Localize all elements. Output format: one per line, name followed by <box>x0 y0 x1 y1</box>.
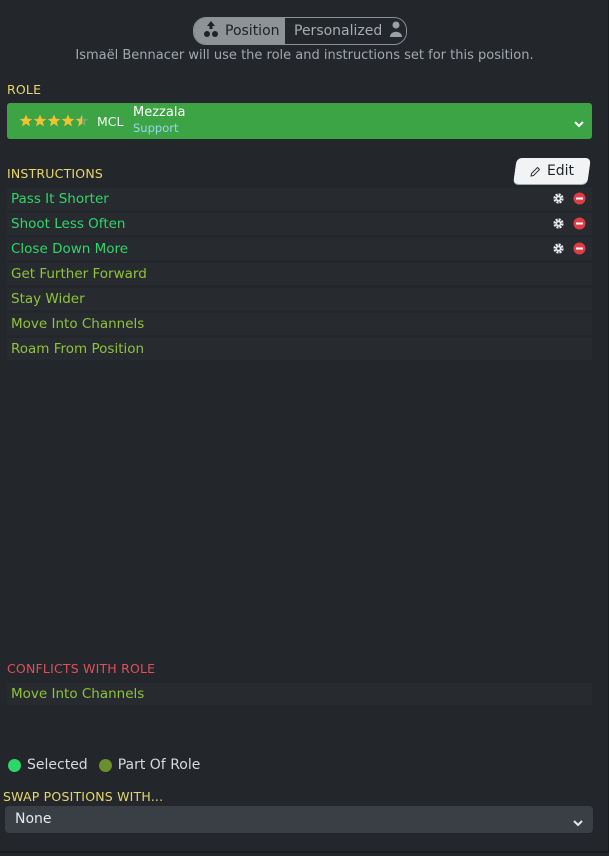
conflicts-section-label: CONFLICTS WITH ROLE <box>7 661 156 676</box>
selected-dot-icon <box>8 758 21 772</box>
instruction-row[interactable]: Pass It Shorter <box>7 188 592 210</box>
role-name: Mezzala <box>133 105 186 120</box>
remove-icon[interactable] <box>573 192 586 205</box>
gear-icon[interactable] <box>552 217 565 230</box>
instruction-label: Shoot Less Often <box>11 216 126 232</box>
remove-icon[interactable] <box>573 217 586 230</box>
instruction-label: Get Further Forward <box>11 266 147 282</box>
chevron-down-icon <box>574 114 584 133</box>
instruction-label: Close Down More <box>11 241 129 257</box>
instruction-row[interactable]: Close Down More <box>7 238 592 260</box>
remove-icon[interactable] <box>573 242 586 255</box>
swap-value: None <box>15 811 52 827</box>
toggle-personalized-label: Personalized <box>294 23 383 39</box>
conflict-row: Move Into Channels <box>7 683 592 705</box>
mode-toggle: Position Personalized <box>193 17 407 45</box>
person-icon <box>390 21 403 41</box>
gear-icon[interactable] <box>552 192 565 205</box>
pencil-icon <box>530 166 541 177</box>
role-selector[interactable]: MCL Mezzala Support <box>7 103 592 139</box>
gear-icon[interactable] <box>552 242 565 255</box>
legend: Selected Part Of Role <box>8 757 211 773</box>
part-of-role-dot-icon <box>98 758 112 772</box>
role-star-rating <box>19 114 91 128</box>
instruction-label: Roam From Position <box>11 341 145 357</box>
subtitle: Ismaël Bennacer will use the role and in… <box>75 48 534 63</box>
instruction-row[interactable]: Shoot Less Often <box>7 213 592 235</box>
chevron-down-icon <box>573 813 583 832</box>
instruction-label: Pass It Shorter <box>11 191 109 207</box>
role-section-label: ROLE <box>7 82 42 97</box>
instruction-row: Move Into Channels <box>7 313 592 335</box>
swap-positions-select[interactable]: None <box>5 806 593 833</box>
position-icon <box>203 20 219 42</box>
legend-selected: Selected <box>8 757 88 773</box>
legend-part-of-role: Part Of Role <box>98 757 201 773</box>
position-code: MCL <box>97 114 124 129</box>
instruction-label: Stay Wider <box>11 291 85 307</box>
legend-selected-label: Selected <box>27 757 88 773</box>
instruction-row: Roam From Position <box>7 338 592 360</box>
instructions-section-label: INSTRUCTIONS <box>7 166 104 181</box>
toggle-personalized[interactable]: Personalized <box>284 18 406 44</box>
conflict-label: Move Into Channels <box>11 686 145 702</box>
toggle-position-label: Position <box>225 23 280 39</box>
toggle-position[interactable]: Position <box>194 18 284 44</box>
instruction-label: Move Into Channels <box>11 316 145 332</box>
role-duty: Support <box>133 121 179 135</box>
instruction-row: Stay Wider <box>7 288 592 310</box>
edit-label: Edit <box>546 163 575 179</box>
star-icon <box>19 114 89 127</box>
edit-instructions-button[interactable]: Edit <box>513 158 591 184</box>
legend-part-of-role-label: Part Of Role <box>117 757 201 773</box>
swap-section-label: SWAP POSITIONS WITH... <box>3 789 164 804</box>
instruction-row: Get Further Forward <box>7 263 592 285</box>
